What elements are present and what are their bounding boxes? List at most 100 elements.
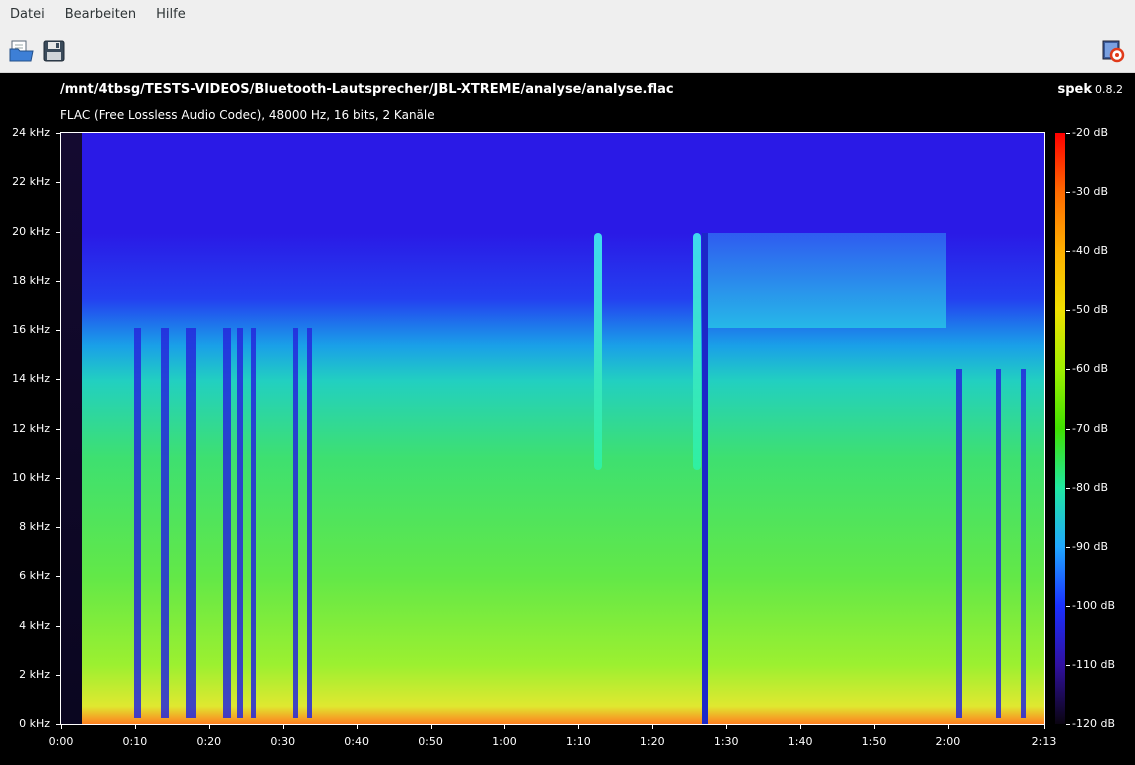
x-tick-mark (61, 724, 62, 729)
x-tick-label: 1:50 (861, 735, 887, 748)
y-tick-label: 10 kHz (12, 470, 50, 484)
y-tick-label: 14 kHz (12, 372, 50, 386)
open-button[interactable] (8, 37, 36, 65)
energy-gap (702, 233, 708, 724)
menu-hilfe[interactable]: Hilfe (146, 0, 196, 30)
x-tick-label: 0:40 (344, 735, 369, 748)
color-tick-label: -40 dB (1072, 244, 1108, 258)
color-tick-mark (1066, 487, 1070, 489)
brand-name: spek (1057, 82, 1092, 97)
file-info: FLAC (Free Lossless Audio Codec), 48000 … (60, 108, 435, 122)
color-tick-mark (1066, 251, 1070, 253)
color-tick-label: -120 dB (1072, 717, 1115, 730)
x-tick-label: 0:50 (418, 735, 443, 748)
energy-spike (594, 233, 602, 470)
x-tick-mark (208, 724, 210, 729)
x-tick-mark (134, 724, 136, 729)
toolbar (0, 30, 1135, 73)
energy-dip (293, 328, 298, 719)
silence-region (61, 133, 82, 724)
spectrogram-plot (60, 132, 1045, 725)
x-tick-label: 1:40 (787, 735, 813, 748)
color-tick-label: -60 dB (1072, 362, 1108, 376)
brand-version: 0.8.2 (1095, 83, 1123, 96)
x-tick-label: 0:30 (270, 735, 296, 748)
x-tick-mark (578, 724, 580, 729)
x-tick-label: 1:30 (713, 735, 739, 748)
x-tick-label: 2:00 (935, 735, 961, 748)
y-tick-mark (56, 527, 61, 528)
energy-dip (161, 328, 169, 719)
x-tick-mark (504, 724, 506, 729)
energy-spike (693, 233, 701, 470)
y-tick-label: 6 kHz (19, 569, 50, 583)
x-tick-label: 1:00 (492, 735, 517, 748)
y-tick-label: 0 kHz (19, 717, 50, 730)
color-tick-label: -70 dB (1072, 421, 1108, 435)
open-file-icon (9, 40, 34, 62)
color-tick-label: -20 dB (1072, 126, 1108, 139)
x-tick-mark (800, 724, 802, 729)
energy-dip (134, 328, 141, 719)
y-tick-mark (56, 280, 61, 282)
y-tick-label: 18 kHz (12, 273, 50, 287)
about-button[interactable] (1099, 37, 1127, 65)
y-tick-label: 24 kHz (12, 126, 50, 139)
file-path: /mnt/4tbsg/TESTS-VIDEOS/Bluetooth-Lautsp… (60, 82, 674, 97)
color-tick-label: -80 dB (1072, 480, 1108, 494)
x-tick-mark (947, 724, 949, 729)
color-tick-label: -110 dB (1072, 657, 1115, 671)
x-tick-label: 1:20 (639, 735, 665, 748)
save-icon (43, 40, 65, 62)
y-tick-mark (56, 674, 61, 676)
x-tick-mark (874, 724, 875, 729)
save-button[interactable] (40, 37, 68, 65)
color-tick-mark (1066, 664, 1070, 666)
color-tick-mark (1066, 605, 1070, 607)
energy-dip (186, 328, 196, 719)
x-tick-mark (430, 724, 432, 729)
energy-dip (223, 328, 231, 719)
y-tick-mark (56, 133, 61, 134)
y-tick-label: 20 kHz (12, 224, 50, 238)
energy-dip (1021, 369, 1026, 719)
energy-dip (307, 328, 312, 719)
color-tick-mark (1066, 133, 1070, 134)
y-tick-label: 12 kHz (12, 421, 50, 435)
y-tick-label: 8 kHz (19, 520, 50, 533)
energy-dip (237, 328, 243, 719)
color-tick-mark (1066, 428, 1070, 430)
color-scale-bar (1055, 133, 1065, 724)
color-tick-label: -100 dB (1072, 598, 1115, 612)
y-tick-mark (56, 330, 61, 331)
x-tick-label: 1:10 (566, 735, 591, 748)
menu-datei[interactable]: Datei (0, 0, 55, 30)
color-tick-label: -90 dB (1072, 539, 1108, 553)
color-tick-label: -50 dB (1072, 303, 1108, 317)
x-tick-mark (652, 724, 654, 729)
y-tick-label: 4 kHz (19, 618, 50, 632)
x-tick-label: 2:13 (1031, 735, 1057, 748)
spectrogram-view: /mnt/4tbsg/TESTS-VIDEOS/Bluetooth-Lautsp… (0, 73, 1135, 765)
y-tick-mark (56, 477, 61, 479)
y-tick-mark (56, 379, 61, 381)
y-tick-mark (56, 182, 61, 184)
y-tick-label: 22 kHz (12, 175, 50, 189)
color-tick-label: -30 dB (1072, 185, 1108, 199)
about-icon (1102, 40, 1125, 63)
menu-bearbeiten[interactable]: Bearbeiten (55, 0, 146, 30)
y-tick-label: 16 kHz (12, 323, 50, 336)
x-tick-label: 0:00 (48, 735, 74, 748)
color-tick-mark (1066, 369, 1070, 371)
x-tick-mark (282, 724, 284, 729)
menubar: Datei Bearbeiten Hilfe (0, 0, 1135, 30)
y-tick-label: 2 kHz (19, 667, 50, 681)
y-tick-mark (56, 576, 61, 578)
x-tick-mark (1044, 724, 1045, 729)
x-tick-mark (356, 724, 358, 729)
energy-dip (251, 328, 256, 719)
y-tick-mark (56, 625, 61, 627)
color-tick-mark (1066, 546, 1070, 548)
energy-dip (996, 369, 1001, 719)
color-tick-mark (1066, 724, 1070, 725)
